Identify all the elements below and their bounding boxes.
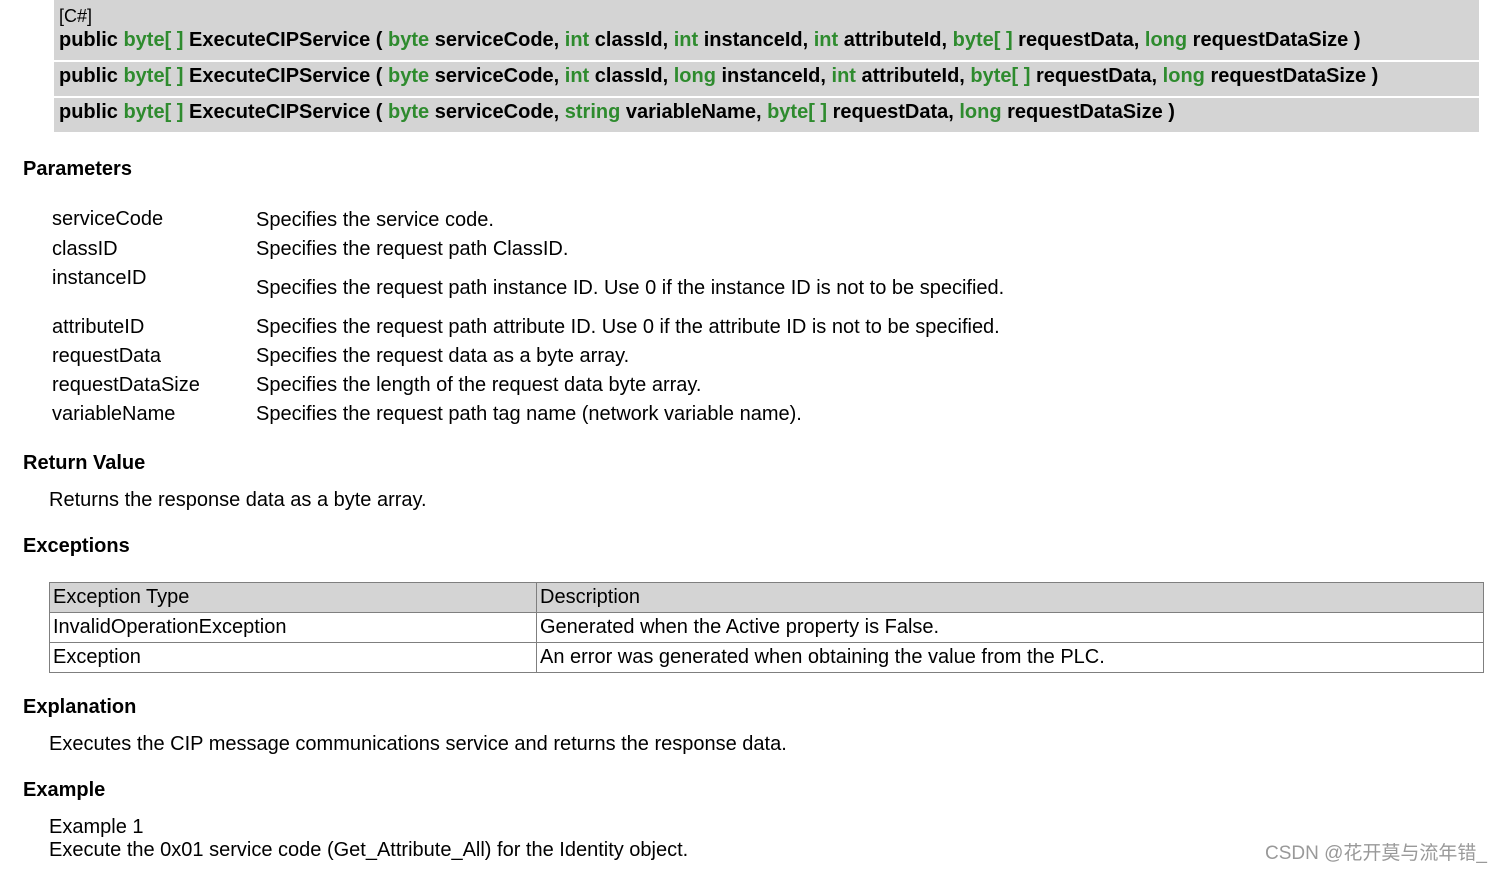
explanation-text: Executes the CIP message communications …	[49, 733, 787, 755]
param-name: attributeID	[52, 316, 145, 338]
param-description: Specifies the service code.	[256, 209, 494, 231]
example-text: Execute the 0x01 service code (Get_Attri…	[49, 839, 689, 861]
type-keyword: byte[ ]	[952, 29, 1013, 51]
type-keyword: byte	[388, 29, 430, 51]
param-name: instanceID	[52, 267, 147, 289]
param-description: Specifies the request path ClassID.	[256, 238, 569, 260]
signature-text: requestData,	[1030, 65, 1163, 87]
signature-text: instanceId,	[715, 65, 832, 87]
parameters-heading: Parameters	[23, 158, 132, 180]
type-keyword: int	[673, 29, 699, 51]
syntax-row: [C#] public byte[ ] ExecuteCIPService ( …	[54, 0, 1479, 60]
signature-text: requestDataSize )	[1204, 65, 1379, 87]
type-keyword: long	[1162, 65, 1205, 87]
type-keyword: byte[ ]	[123, 29, 184, 51]
exception-description-cell: Generated when the Active property is Fa…	[536, 612, 1484, 643]
signature-text: ExecuteCIPService (	[183, 65, 389, 87]
type-keyword: int	[831, 65, 856, 87]
param-name: serviceCode	[52, 208, 164, 230]
example-heading: Example	[23, 779, 106, 801]
example-title: Example 1	[49, 816, 144, 838]
signature-text: ExecuteCIPService (	[183, 101, 389, 123]
method-signature: public byte[ ] ExecuteCIPService ( byte …	[59, 62, 1479, 90]
return-value-heading: Return Value	[23, 452, 146, 474]
method-signature: public byte[ ] ExecuteCIPService ( byte …	[59, 98, 1479, 126]
table-row: Exception An error was generated when ob…	[49, 642, 1484, 673]
type-keyword: string	[564, 101, 621, 123]
signature-text: public	[59, 101, 124, 123]
param-name: requestData	[52, 345, 161, 367]
type-keyword: long	[1144, 29, 1188, 51]
param-name: classID	[52, 238, 118, 260]
type-keyword: byte[ ]	[970, 65, 1031, 87]
param-description: Specifies the request data as a byte arr…	[256, 345, 630, 367]
param-description: Specifies the length of the request data…	[256, 374, 702, 396]
exception-type-cell: Exception	[49, 642, 537, 673]
signature-text: attributeId,	[838, 29, 953, 51]
method-signature: public byte[ ] ExecuteCIPService ( byte …	[59, 26, 1479, 54]
syntax-block: [C#] public byte[ ] ExecuteCIPService ( …	[54, 0, 1479, 132]
signature-text: requestDataSize )	[1187, 29, 1361, 51]
param-name: variableName	[52, 403, 176, 425]
table-row: InvalidOperationException Generated when…	[49, 612, 1484, 643]
signature-text: variableName,	[620, 101, 768, 123]
syntax-row: public byte[ ] ExecuteCIPService ( byte …	[54, 98, 1479, 132]
type-keyword: int	[813, 29, 839, 51]
return-value-text: Returns the response data as a byte arra…	[49, 489, 427, 511]
signature-text: requestData,	[827, 101, 960, 123]
signature-text: ExecuteCIPService (	[183, 29, 389, 51]
type-keyword: byte[ ]	[767, 101, 828, 123]
exception-description-cell: An error was generated when obtaining th…	[536, 642, 1484, 673]
table-header-row: Exception Type Description	[49, 582, 1484, 613]
csdn-watermark: CSDN @花开莫与流年错_	[1265, 843, 1487, 864]
column-header: Description	[536, 582, 1484, 613]
column-header: Exception Type	[49, 582, 537, 613]
signature-text: requestData,	[1012, 29, 1145, 51]
signature-text: serviceCode,	[429, 29, 565, 51]
param-description: Specifies the request path instance ID. …	[256, 277, 1005, 299]
language-tag: [C#]	[59, 6, 93, 26]
signature-text: instanceId,	[698, 29, 814, 51]
signature-text: requestDataSize )	[1001, 101, 1175, 123]
signature-text: public	[59, 29, 124, 51]
type-keyword: int	[564, 29, 590, 51]
param-description: Specifies the request path tag name (net…	[256, 403, 802, 425]
explanation-heading: Explanation	[23, 696, 137, 718]
signature-text: public	[59, 65, 124, 87]
type-keyword: byte	[388, 101, 430, 123]
signature-text: classId,	[589, 29, 674, 51]
exception-type-cell: InvalidOperationException	[49, 612, 537, 643]
type-keyword: long	[959, 101, 1002, 123]
type-keyword: byte	[388, 65, 430, 87]
signature-text: serviceCode,	[429, 65, 565, 87]
syntax-row: public byte[ ] ExecuteCIPService ( byte …	[54, 62, 1479, 96]
signature-text: serviceCode,	[429, 101, 565, 123]
param-name: requestDataSize	[52, 374, 200, 396]
type-keyword: byte[ ]	[123, 65, 184, 87]
signature-text: attributeId,	[855, 65, 971, 87]
type-keyword: long	[673, 65, 716, 87]
signature-text: classId,	[589, 65, 674, 87]
exceptions-heading: Exceptions	[23, 535, 130, 557]
exceptions-table: Exception Type Description InvalidOperat…	[49, 582, 1484, 673]
type-keyword: byte[ ]	[123, 101, 184, 123]
param-description: Specifies the request path attribute ID.…	[256, 316, 1000, 338]
type-keyword: int	[564, 65, 590, 87]
